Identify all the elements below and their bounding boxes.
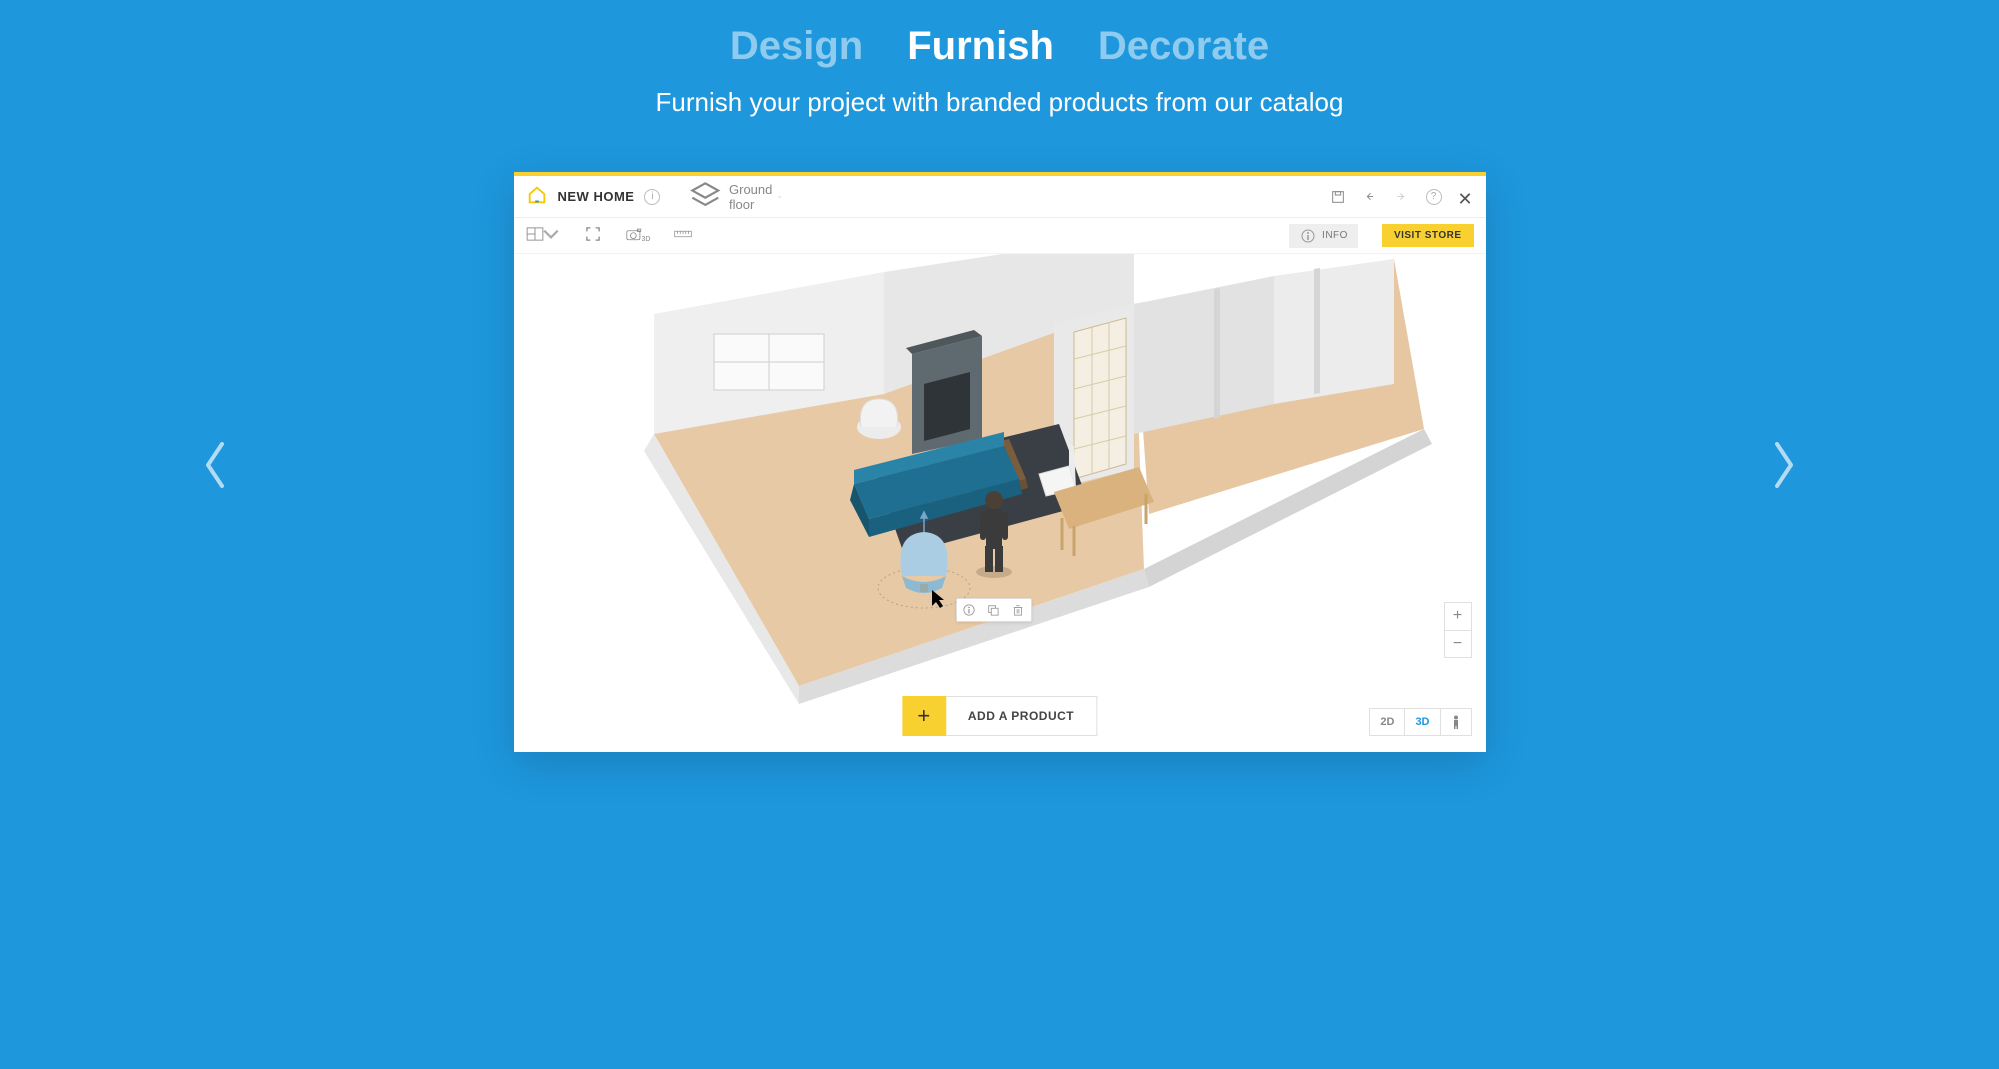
app-topbar: NEW HOME i Ground floor ? ✕ <box>514 176 1486 218</box>
zoom-control: + − <box>1444 602 1472 658</box>
floor-selector[interactable]: Ground floor <box>688 179 781 214</box>
object-duplicate-icon[interactable] <box>987 604 999 616</box>
add-product-label: ADD A PRODUCT <box>946 696 1097 736</box>
undo-icon[interactable] <box>1362 189 1378 205</box>
chevron-right-icon <box>1769 440 1799 490</box>
carousel-tabs: Design Furnish Decorate <box>730 24 1269 69</box>
project-info-icon[interactable]: i <box>644 189 660 205</box>
redo-icon[interactable] <box>1394 189 1410 205</box>
view-walk-button[interactable] <box>1440 709 1471 735</box>
project-name: NEW HOME <box>558 189 635 204</box>
floor-label: Ground floor <box>729 182 772 212</box>
carousel-next-button[interactable] <box>1769 440 1799 493</box>
carousel-subtitle: Furnish your project with branded produc… <box>656 87 1344 118</box>
layers-icon <box>688 179 723 214</box>
floorplan-tool-icon[interactable] <box>526 227 560 244</box>
tab-decorate[interactable]: Decorate <box>1098 24 1269 69</box>
room-render <box>514 254 1486 752</box>
tab-furnish[interactable]: Furnish <box>907 24 1054 69</box>
object-context-toolbar <box>956 598 1032 622</box>
zoom-out-button[interactable]: − <box>1445 630 1471 658</box>
add-product-button[interactable]: + ADD A PRODUCT <box>902 696 1097 736</box>
app-logo-icon <box>526 184 548 209</box>
close-icon[interactable]: ✕ <box>1458 189 1474 205</box>
view-2d-button[interactable]: 2D <box>1370 709 1404 735</box>
visit-store-button[interactable]: VISIT STORE <box>1382 224 1474 247</box>
plus-icon: + <box>902 696 946 736</box>
app-window: NEW HOME i Ground floor ? ✕ 3D INFO VISI… <box>514 172 1486 752</box>
fullscreen-icon[interactable] <box>584 227 602 244</box>
object-info-button[interactable]: INFO <box>1289 224 1358 248</box>
chevron-down-icon <box>778 194 781 200</box>
chevron-left-icon <box>200 440 230 490</box>
camera-3d-icon[interactable]: 3D <box>626 227 651 244</box>
help-icon[interactable]: ? <box>1426 189 1442 205</box>
person-icon <box>1451 715 1461 729</box>
app-viewbar: 3D INFO VISIT STORE <box>514 218 1486 254</box>
view-3d-button[interactable]: 3D <box>1404 709 1439 735</box>
carousel-prev-button[interactable] <box>200 440 230 493</box>
3d-canvas[interactable]: + − 2D 3D + ADD A PRODUCT <box>514 254 1486 752</box>
ruler-icon[interactable] <box>674 227 692 244</box>
info-icon <box>1299 229 1317 243</box>
object-delete-icon[interactable] <box>1012 604 1024 616</box>
tab-design[interactable]: Design <box>730 24 863 69</box>
object-info-icon[interactable] <box>963 604 975 616</box>
zoom-in-button[interactable]: + <box>1445 603 1471 630</box>
view-switch: 2D 3D <box>1369 708 1471 736</box>
save-icon[interactable] <box>1330 189 1346 205</box>
